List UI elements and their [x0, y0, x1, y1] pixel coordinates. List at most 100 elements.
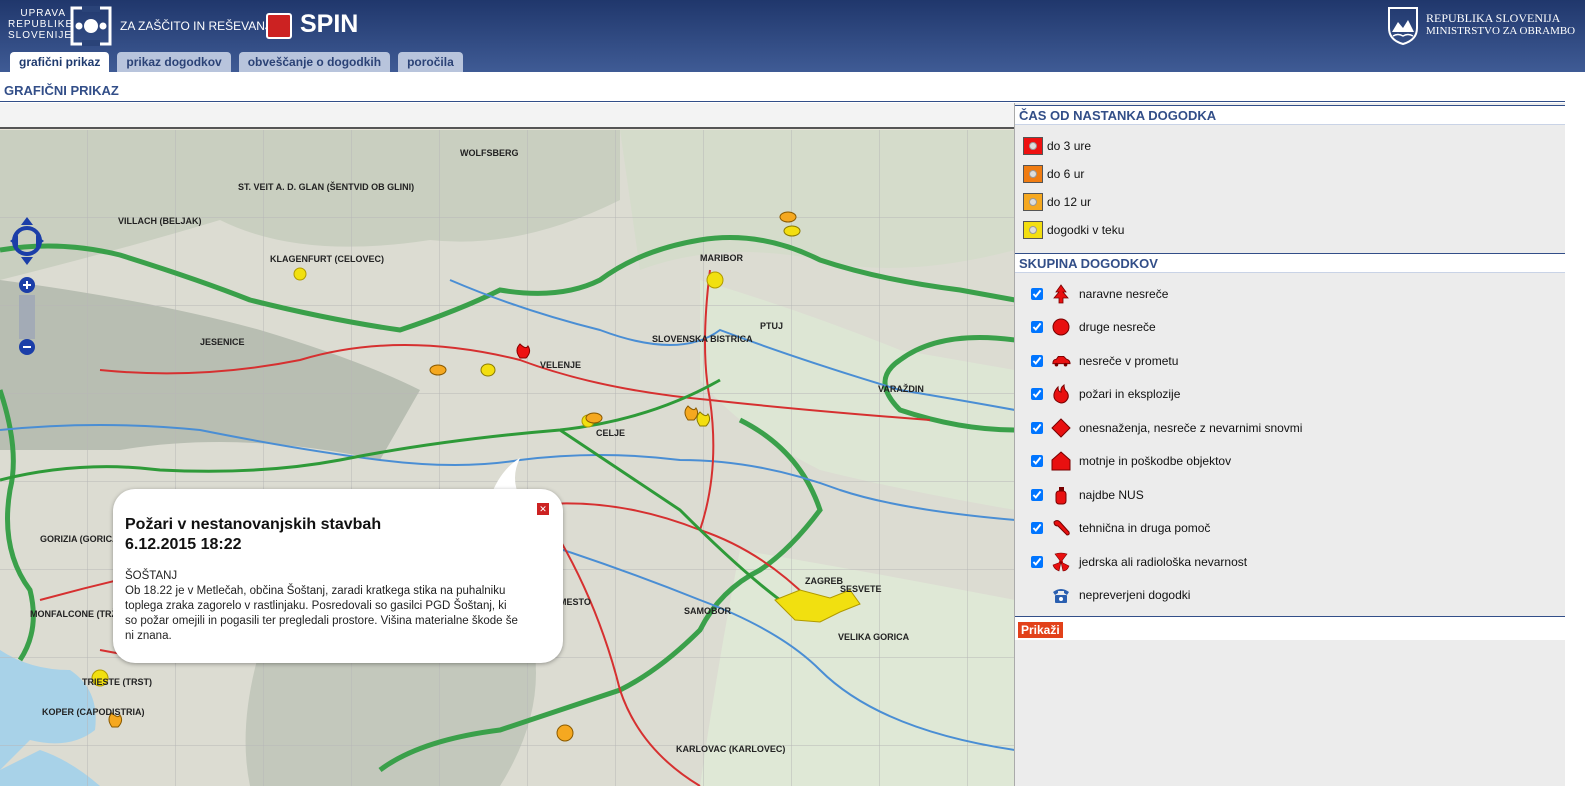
event-popup: ✕ Požari v nestanovanjskih stavbah 6.12.…	[113, 489, 563, 663]
time-legend-label: do 3 ure	[1047, 139, 1092, 153]
group-label: naravne nesreče	[1079, 286, 1169, 301]
show-button[interactable]: Prikaži	[1018, 622, 1063, 638]
grenade-icon	[1051, 485, 1071, 505]
place-label: VARAŽDIN	[878, 383, 924, 394]
place-label: SLOVENSKA BISTRICA	[652, 334, 753, 344]
legend-panel: ČAS OD NASTANKA DOGODKA do 3 ure do 6 ur…	[1015, 103, 1565, 786]
event-marker[interactable]	[585, 412, 603, 424]
event-marker[interactable]	[429, 364, 447, 376]
place-label: GORIZIA (GORICA)	[40, 534, 122, 544]
place-label: CELJE	[596, 428, 625, 438]
group-label: požari in eksplozije	[1079, 387, 1181, 402]
place-label: TRIESTE (TRST)	[82, 677, 152, 687]
group-checkbox[interactable]	[1031, 388, 1043, 401]
diamond-icon	[1051, 418, 1071, 438]
place-label: PTUJ	[760, 321, 783, 331]
ministry-name: REPUBLIKA SLOVENIJA MINISTRSTVO ZA OBRAM…	[1426, 12, 1575, 38]
group-checkbox[interactable]	[1031, 455, 1043, 468]
show-row: Prikaži	[1015, 616, 1565, 640]
group-label: druge nesreče	[1079, 320, 1156, 335]
place-label: ZAGREB	[805, 576, 844, 586]
group-item-pozari: požari in eksplozije	[1031, 378, 1565, 412]
house-icon	[1051, 451, 1071, 471]
spin-logo-icon	[266, 13, 292, 39]
popup-event-type: Požari v nestanovanjskih stavbah	[125, 516, 382, 533]
time-legend-item: dogodki v teku	[1023, 216, 1565, 244]
event-marker[interactable]	[556, 724, 574, 742]
map-toolbar-strip	[0, 103, 1014, 129]
radiation-icon	[1051, 552, 1071, 572]
place-label: SESVETE	[840, 584, 882, 594]
group-item-onesnazenja: onesnaženja, nesreče z nevarnimi snovmi	[1031, 411, 1565, 445]
group-checkbox[interactable]	[1031, 522, 1043, 535]
map-viewport[interactable]: VILLACH (BELJAK) KLAGENFURT (CELOVEC) MA…	[0, 103, 1015, 786]
group-label: najdbe NUS	[1079, 487, 1144, 502]
tab-prikaz-dogodkov[interactable]: prikaz dogodkov	[117, 52, 231, 72]
main-tabs: grafični prikaz prikaz dogodkov obveščan…	[10, 52, 463, 72]
place-label: WOLFSBERG	[460, 148, 519, 158]
place-label: VELENJE	[540, 360, 581, 370]
group-label: nepreverjeni dogodki	[1079, 588, 1191, 603]
popup-title: Požari v nestanovanjskih stavbah 6.12.20…	[125, 515, 551, 555]
place-label: VELIKA GORICA	[838, 632, 910, 642]
agency-name: UPRAVA REPUBLIKE SLOVENIJE	[8, 8, 74, 41]
time-legend-label: dogodki v teku	[1047, 223, 1125, 237]
fire-icon	[1051, 384, 1071, 404]
zoom-out-icon[interactable]	[19, 339, 35, 355]
place-label: VILLACH (BELJAK)	[118, 216, 202, 226]
zoom-in-icon[interactable]	[19, 277, 35, 293]
time-legend-item: do 3 ure	[1023, 132, 1565, 160]
place-label: SAMOBOR	[684, 606, 732, 616]
close-icon[interactable]: ✕	[537, 503, 549, 515]
group-checkbox[interactable]	[1031, 555, 1043, 568]
group-item-nepreverjeni: nepreverjeni dogodki	[1031, 579, 1565, 613]
group-item-tehnicna: tehnična in druga pomoč	[1031, 512, 1565, 546]
coat-of-arms-icon	[1388, 7, 1418, 46]
tab-porocila[interactable]: poročila	[398, 52, 463, 72]
pan-control-icon[interactable]	[10, 217, 44, 265]
yellow-swatch-icon	[1023, 221, 1043, 239]
time-legend-item: do 12 ur	[1023, 188, 1565, 216]
place-label: MARIBOR	[700, 253, 743, 263]
group-label: jedrska ali radiološka nevarnost	[1079, 554, 1248, 569]
orange-swatch-icon	[1023, 165, 1043, 183]
time-legend-label: do 12 ur	[1047, 195, 1092, 209]
group-checkbox[interactable]	[1031, 421, 1043, 434]
group-item-naravne: naravne nesreče	[1031, 277, 1565, 311]
phone-icon	[1051, 585, 1071, 605]
car-icon	[1051, 351, 1071, 371]
red-swatch-icon	[1023, 137, 1043, 155]
event-marker[interactable]	[480, 363, 496, 377]
group-label: nesreče v prometu	[1079, 353, 1179, 368]
app-header: UPRAVA REPUBLIKE SLOVENIJE ZA ZAŠČITO IN…	[0, 0, 1585, 72]
group-checkbox[interactable]	[1031, 354, 1043, 367]
group-checkbox[interactable]	[1031, 321, 1043, 334]
tab-graficni-prikaz[interactable]: grafični prikaz	[10, 52, 110, 72]
group-item-druge: druge nesreče	[1031, 311, 1565, 345]
group-item-nus: najdbe NUS	[1031, 478, 1565, 512]
tree-icon	[1051, 284, 1071, 304]
group-checkbox[interactable]	[1031, 488, 1043, 501]
time-legend-title: ČAS OD NASTANKA DOGODKA	[1015, 105, 1565, 125]
group-item-promet: nesreče v prometu	[1031, 344, 1565, 378]
time-legend: do 3 ure do 6 ur do 12 ur dogodki v teku	[1015, 125, 1565, 244]
group-label: motnje in poškodbe objektov	[1079, 454, 1232, 469]
group-checkbox[interactable]	[1031, 287, 1043, 300]
tab-obvescanje[interactable]: obveščanje o dogodkih	[238, 52, 391, 72]
time-legend-item: do 6 ur	[1023, 160, 1565, 188]
place-label: JESENICE	[200, 337, 245, 347]
popup-body: ŠOŠTANJ Ob 18.22 je v Metlečah, občina Š…	[125, 569, 520, 644]
group-item-objekti: motnje in poškodbe objektov	[1031, 445, 1565, 479]
group-label: tehnična in druga pomoč	[1079, 521, 1211, 536]
circle-icon	[1051, 317, 1071, 337]
agency-subtitle: ZA ZAŠČITO IN REŠEVANJE	[120, 19, 279, 33]
time-legend-label: do 6 ur	[1047, 167, 1085, 181]
zoom-slider[interactable]	[19, 295, 35, 339]
group-legend: naravne nesreče druge nesreče nesreče v …	[1015, 273, 1565, 612]
popup-datetime: 6.12.2015 18:22	[125, 536, 242, 553]
page-title: GRAFIČNI PRIKAZ	[0, 80, 1565, 102]
agency-line-2: REPUBLIKE	[8, 19, 74, 30]
app-name: SPIN	[300, 10, 359, 38]
ministry-line-1: REPUBLIKA SLOVENIJA	[1426, 11, 1561, 25]
group-label: onesnaženja, nesreče z nevarnimi snovmi	[1079, 420, 1303, 435]
